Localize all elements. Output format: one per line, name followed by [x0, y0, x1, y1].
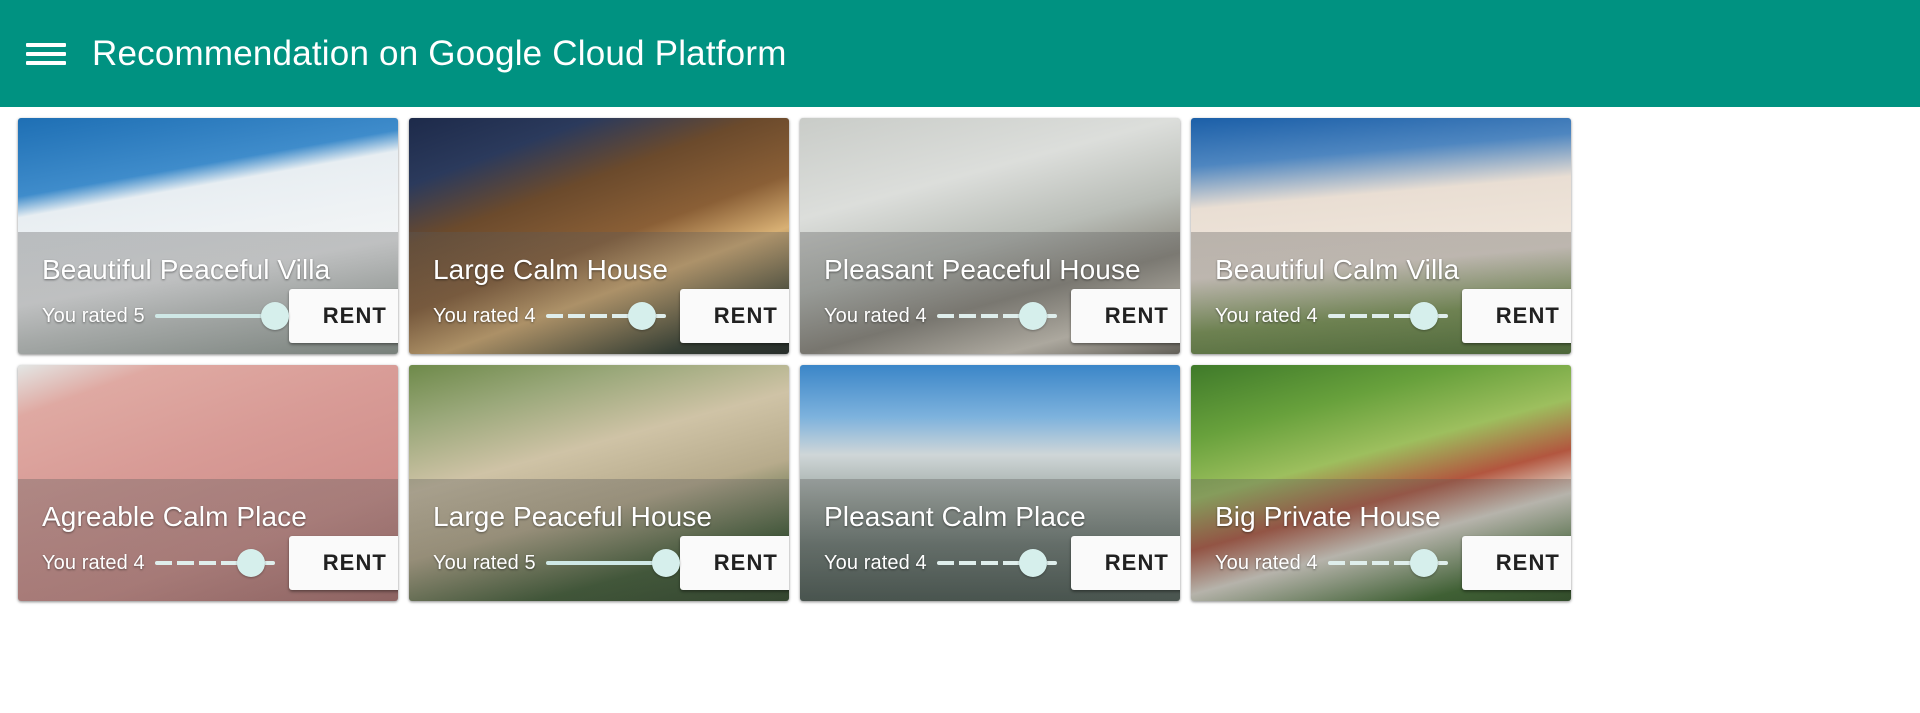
rating-label: You rated 4 — [1215, 551, 1318, 574]
property-card[interactable]: Big Private House You rated 4 RENT — [1191, 365, 1571, 601]
rent-button[interactable]: RENT — [288, 536, 398, 590]
rating-slider[interactable] — [154, 299, 289, 333]
rating-row: You rated 4 RENT — [1215, 289, 1571, 343]
property-card[interactable]: Agreable Calm Place You rated 4 RENT — [18, 365, 398, 601]
rating-row: You rated 4 RENT — [42, 536, 398, 590]
recommendation-grid: Beautiful Peaceful Villa You rated 5 REN… — [0, 107, 1920, 601]
rent-button[interactable]: RENT — [1070, 536, 1180, 590]
slider-thumb[interactable] — [1409, 549, 1438, 577]
rating-slider[interactable] — [154, 546, 275, 580]
slider-track — [545, 561, 666, 565]
slider-thumb[interactable] — [1409, 302, 1438, 330]
rent-button[interactable]: RENT — [1070, 289, 1180, 343]
property-title: Beautiful Peaceful Villa — [42, 254, 331, 285]
rating-label: You rated 4 — [824, 551, 927, 574]
rating-label: You rated 4 — [824, 304, 927, 327]
rent-button[interactable]: RENT — [1461, 536, 1571, 590]
slider-thumb[interactable] — [1018, 302, 1047, 330]
property-card[interactable]: Beautiful Peaceful Villa You rated 5 REN… — [18, 118, 398, 354]
slider-thumb[interactable] — [236, 549, 265, 577]
hamburger-bar-1 — [26, 42, 66, 47]
rating-slider[interactable] — [936, 546, 1057, 580]
rating-slider[interactable] — [545, 299, 666, 333]
property-title: Big Private House — [1215, 501, 1441, 532]
property-card[interactable]: Large Peaceful House You rated 5 RENT — [409, 365, 789, 601]
property-card[interactable]: Large Calm House You rated 4 RENT — [409, 118, 789, 354]
app-bar: Recommendation on Google Cloud Platform — [0, 0, 1920, 107]
rating-slider[interactable] — [936, 299, 1057, 333]
rating-row: You rated 4 RENT — [824, 536, 1180, 590]
slider-thumb[interactable] — [260, 302, 289, 330]
rating-slider[interactable] — [1327, 546, 1448, 580]
slider-thumb[interactable] — [1018, 549, 1047, 577]
property-title: Agreable Calm Place — [42, 501, 307, 532]
rating-label: You rated 4 — [1215, 304, 1318, 327]
rating-label: You rated 4 — [433, 304, 536, 327]
rating-label: You rated 5 — [42, 304, 145, 327]
rent-button[interactable]: RENT — [679, 536, 789, 590]
rent-button[interactable]: RENT — [1461, 289, 1571, 343]
rating-label: You rated 4 — [42, 551, 145, 574]
slider-track — [154, 314, 275, 318]
property-title: Beautiful Calm Villa — [1215, 254, 1460, 285]
slider-thumb[interactable] — [651, 549, 680, 577]
hamburger-bar-2 — [26, 51, 66, 56]
rent-button[interactable]: RENT — [288, 289, 398, 343]
rating-slider[interactable] — [545, 546, 680, 580]
rating-slider[interactable] — [1327, 299, 1448, 333]
property-title: Large Peaceful House — [433, 501, 713, 532]
rating-row: You rated 5 RENT — [433, 536, 789, 590]
rating-row: You rated 4 RENT — [433, 289, 789, 343]
rating-row: You rated 4 RENT — [1215, 536, 1571, 590]
rating-label: You rated 5 — [433, 551, 536, 574]
property-title: Large Calm House — [433, 254, 669, 285]
property-card[interactable]: Pleasant Peaceful House You rated 4 RENT — [800, 118, 1180, 354]
property-card[interactable]: Pleasant Calm Place You rated 4 RENT — [800, 365, 1180, 601]
property-card[interactable]: Beautiful Calm Villa You rated 4 RENT — [1191, 118, 1571, 354]
property-title: Pleasant Peaceful House — [824, 254, 1141, 285]
slider-thumb[interactable] — [627, 302, 656, 330]
hamburger-menu-icon[interactable] — [26, 39, 66, 69]
property-title: Pleasant Calm Place — [824, 501, 1086, 532]
rating-row: You rated 4 RENT — [824, 289, 1180, 343]
hamburger-bar-3 — [26, 60, 66, 65]
rent-button[interactable]: RENT — [679, 289, 789, 343]
rating-row: You rated 5 RENT — [42, 289, 398, 343]
page-title: Recommendation on Google Cloud Platform — [92, 33, 787, 73]
